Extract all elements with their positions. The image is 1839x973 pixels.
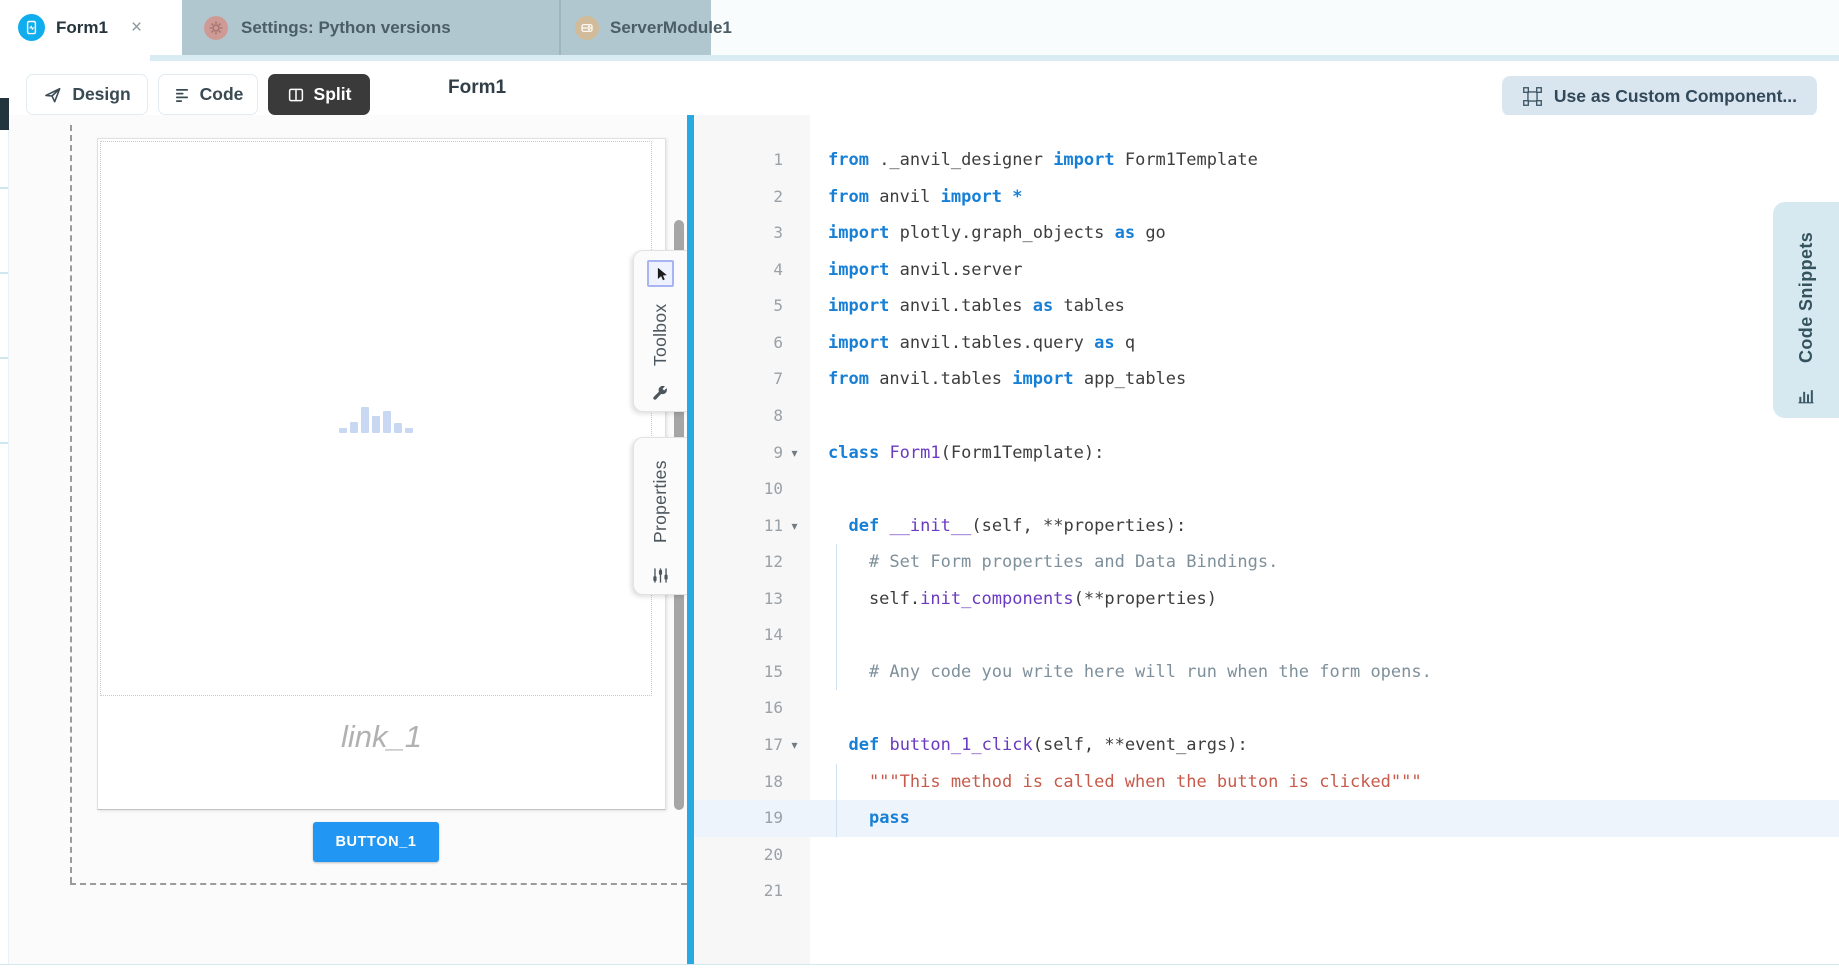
- code-line[interactable]: 7from anvil.tables import app_tables: [694, 361, 1839, 398]
- bar-chart-icon: [1796, 386, 1816, 406]
- code-line[interactable]: 6import anvil.tables.query as q: [694, 325, 1839, 362]
- line-number: 7: [773, 361, 783, 398]
- line-number: 16: [764, 690, 783, 727]
- code-editor[interactable]: 1from ._anvil_designer import Form1Templ…: [694, 115, 1839, 965]
- code-line[interactable]: 12 # Set Form properties and Data Bindin…: [694, 544, 1839, 581]
- form-title: Form1: [448, 61, 506, 115]
- code-line[interactable]: 13 self.init_components(**properties): [694, 581, 1839, 618]
- code-line[interactable]: 4import anvil.server: [694, 252, 1839, 289]
- use-as-custom-component-button[interactable]: Use as Custom Component...: [1502, 76, 1817, 116]
- code-line[interactable]: 9▾class Form1(Form1Template):: [694, 435, 1839, 472]
- design-canvas[interactable]: link_1 BUTTON_1 Toolbox Properties: [9, 115, 687, 965]
- code-line[interactable]: 1from ._anvil_designer import Form1Templ…: [694, 142, 1839, 179]
- code-view-button[interactable]: Code: [158, 74, 258, 115]
- tab-form1[interactable]: Form1 ×: [0, 0, 182, 55]
- tab-label: Settings: Python versions: [241, 18, 451, 38]
- split-view-button[interactable]: Split: [268, 74, 370, 115]
- line-number: 5: [773, 288, 783, 325]
- sidebar-edge-notch: [0, 98, 9, 130]
- button-component[interactable]: BUTTON_1: [313, 822, 439, 862]
- line-number: 18: [764, 764, 783, 801]
- close-icon[interactable]: ×: [127, 16, 146, 39]
- toolbox-tab[interactable]: Toolbox: [633, 250, 687, 412]
- code-line[interactable]: 3import plotly.graph_objects as go: [694, 215, 1839, 252]
- form-card[interactable]: link_1: [97, 138, 666, 810]
- fold-arrow-icon[interactable]: ▾: [788, 727, 801, 764]
- line-number: 17: [764, 727, 783, 764]
- code-line[interactable]: 11▾ def __init__(self, **properties):: [694, 508, 1839, 545]
- plot-placeholder-icon[interactable]: [339, 405, 413, 433]
- line-number: 19: [764, 800, 783, 837]
- line-number: 4: [773, 252, 783, 289]
- tab-settings-python-versions[interactable]: Settings: Python versions: [182, 0, 559, 55]
- code-line[interactable]: 16: [694, 690, 1839, 727]
- server-icon: [575, 16, 599, 40]
- panel-bottom-edge: [0, 964, 1839, 973]
- select-tool-icon[interactable]: [647, 260, 674, 287]
- gear-icon: [204, 16, 228, 40]
- form-icon: [18, 14, 45, 41]
- design-icon: [43, 85, 63, 105]
- code-line[interactable]: 15 # Any code you write here will run wh…: [694, 654, 1839, 691]
- form-drop-outline-bottom: [70, 883, 687, 885]
- code-snippets-tab[interactable]: Code Snippets: [1773, 202, 1839, 418]
- code-snippets-label: Code Snippets: [1796, 218, 1817, 376]
- code-line[interactable]: 17▾ def button_1_click(self, **event_arg…: [694, 727, 1839, 764]
- line-number: 14: [764, 617, 783, 654]
- split-icon: [287, 86, 305, 104]
- tab-servermodule1[interactable]: ServerModule1: [561, 0, 711, 55]
- code-line[interactable]: 20: [694, 837, 1839, 874]
- line-number: 9: [773, 435, 783, 472]
- anvil-editor-window: Form1 × Settings: Python versions Server…: [0, 0, 1839, 973]
- line-number: 11: [764, 508, 783, 545]
- code-line[interactable]: 2from anvil import *: [694, 179, 1839, 216]
- code-line[interactable]: 8: [694, 398, 1839, 435]
- line-number: 12: [764, 544, 783, 581]
- fold-arrow-icon[interactable]: ▾: [788, 508, 801, 545]
- line-number: 13: [764, 581, 783, 618]
- line-number: 2: [773, 179, 783, 216]
- fold-arrow-icon[interactable]: ▾: [788, 435, 801, 472]
- code-lines-icon: [173, 86, 191, 104]
- wrench-icon: [651, 383, 670, 402]
- code-line[interactable]: 10: [694, 471, 1839, 508]
- code-line[interactable]: 19 pass: [694, 800, 1839, 837]
- line-number: 8: [773, 398, 783, 435]
- collapsed-sidebar-edge[interactable]: [0, 115, 9, 965]
- properties-tab[interactable]: Properties: [633, 437, 687, 595]
- editor-content: link_1 BUTTON_1 Toolbox Properties 1from…: [0, 115, 1839, 973]
- code-line[interactable]: 5import anvil.tables as tables: [694, 288, 1839, 325]
- form-drop-outline-left: [70, 125, 72, 883]
- link-component[interactable]: link_1: [98, 719, 665, 755]
- editor-toolbar: Design Code Split Form1 Use as Custom Co…: [0, 61, 1839, 115]
- line-number: 20: [764, 837, 783, 874]
- properties-tab-label: Properties: [650, 447, 671, 556]
- toolbox-tab-label: Toolbox: [650, 297, 671, 373]
- component-frame-icon: [1522, 86, 1543, 107]
- line-number: 21: [764, 873, 783, 910]
- split-drag-divider[interactable]: [687, 115, 694, 965]
- design-view-button[interactable]: Design: [26, 74, 148, 115]
- tab-label: ServerModule1: [610, 18, 732, 38]
- tab-label: Form1: [56, 18, 108, 38]
- code-line[interactable]: 18 """This method is called when the but…: [694, 764, 1839, 801]
- code-line[interactable]: 21: [694, 873, 1839, 910]
- tab-bar: Form1 × Settings: Python versions Server…: [0, 0, 1839, 55]
- line-number: 15: [764, 654, 783, 691]
- line-number: 3: [773, 215, 783, 252]
- code-line[interactable]: 14: [694, 617, 1839, 654]
- line-number: 1: [773, 142, 783, 179]
- line-number: 10: [764, 471, 783, 508]
- line-number: 6: [773, 325, 783, 362]
- sliders-icon: [651, 566, 670, 585]
- column-panel-dropzone[interactable]: [100, 141, 652, 696]
- code-lines[interactable]: 1from ._anvil_designer import Form1Templ…: [694, 142, 1839, 910]
